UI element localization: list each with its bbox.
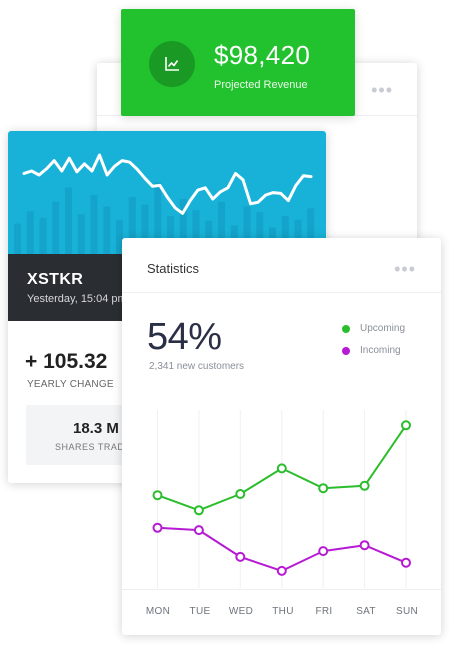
upcoming-point	[152, 490, 163, 501]
statistics-card: Statistics ••• 54% 2,341 new customers U…	[122, 238, 441, 635]
upcoming-point	[276, 463, 287, 474]
incoming-point	[193, 525, 204, 536]
yearly-change-value: + 105.32	[25, 350, 108, 373]
upcoming-point	[359, 480, 370, 491]
volume-bar	[26, 211, 34, 255]
volume-bar	[103, 206, 111, 254]
day-label: TUE	[189, 606, 211, 617]
ticker-symbol: XSTKR	[27, 271, 84, 288]
upcoming-point	[401, 420, 411, 431]
chart-line-icon	[149, 41, 195, 87]
upcoming-point	[235, 489, 246, 499]
incoming-point	[359, 540, 370, 551]
day-axis-divider	[122, 589, 441, 590]
ticker-timestamp: Yesterday, 15:04 pm	[27, 293, 127, 305]
day-label: THU	[272, 606, 294, 617]
day-label: WED	[228, 606, 254, 617]
incoming-point	[235, 551, 246, 562]
volume-bar	[77, 214, 85, 254]
yearly-change-label: YEARLY CHANGE	[27, 379, 114, 390]
stock-sparkline	[14, 153, 315, 255]
statistics-line-chart	[152, 410, 411, 588]
revenue-amount: $98,420	[214, 40, 311, 70]
incoming-point	[318, 546, 329, 557]
stock-chart	[8, 131, 326, 255]
incoming-point	[276, 565, 287, 576]
upcoming-point	[318, 483, 329, 494]
day-label: FRI	[315, 606, 333, 617]
volume-bar	[14, 223, 21, 254]
revenue-label: Projected Revenue	[214, 79, 308, 91]
dashboard-collage: ••• XSTKR Yesterday, 15:04 pm + 105.32 Y…	[0, 0, 450, 645]
day-label: MON	[145, 606, 171, 617]
incoming-point	[401, 557, 411, 568]
volume-bar	[52, 201, 60, 255]
volume-bar	[90, 195, 98, 254]
more-options-icon[interactable]: •••	[371, 81, 393, 99]
upcoming-point	[193, 505, 204, 516]
day-label: SUN	[395, 606, 418, 617]
day-label: SAT	[356, 606, 376, 617]
shares-traded-value: 18.3 M	[73, 420, 119, 437]
incoming-point	[152, 522, 163, 533]
revenue-card: $98,420 Projected Revenue	[121, 9, 355, 116]
volume-bar	[39, 217, 47, 254]
volume-bar	[65, 187, 72, 254]
